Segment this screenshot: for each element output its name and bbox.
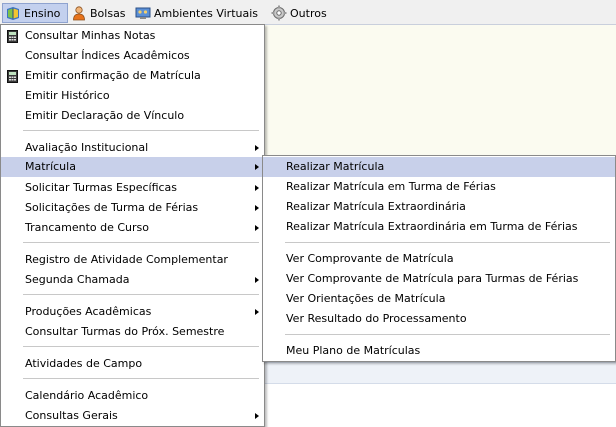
menu-item-emitir-confirmacao-matricula[interactable]: Emitir confirmação de Matrícula (1, 66, 264, 86)
menu-separator (285, 242, 610, 243)
submenu-arrow-icon (255, 413, 259, 419)
menu-item-matricula[interactable]: Matrícula (1, 157, 264, 177)
background-text (266, 419, 616, 427)
menu-separator (23, 242, 259, 243)
menu-item-label: Ver Orientações de Matrícula (286, 292, 446, 305)
menu-item-label: Solicitações de Turma de Férias (25, 201, 199, 214)
menu-item-label: Ver Comprovante de Matrícula para Turmas… (286, 272, 579, 285)
menu-item-label: Consultar Turmas do Próx. Semestre (25, 325, 225, 338)
submenu-arrow-icon (255, 205, 259, 211)
menu-item-segunda-chamada[interactable]: Segunda Chamada (1, 270, 264, 290)
top-menubar: Ensino Bolsas Ambientes Virtuais Outros (0, 0, 616, 25)
menu-separator (23, 130, 259, 131)
menu-item-label: Realizar Matrícula em Turma de Férias (286, 180, 496, 193)
submenu-item-realizar-matricula[interactable]: Realizar Matrícula (263, 157, 615, 177)
menu-item-label: Ver Comprovante de Matrícula (286, 252, 454, 265)
submenu-item-ver-resultado-processamento[interactable]: Ver Resultado do Processamento (263, 309, 615, 329)
menu-item-producoes-academicas[interactable]: Produções Acadêmicas (1, 302, 264, 322)
submenu-arrow-icon (255, 225, 259, 231)
menu-ensino-label: Ensino (24, 6, 61, 20)
menu-item-label: Segunda Chamada (25, 273, 130, 286)
submenu-item-ver-comprovante-matricula-ferias[interactable]: Ver Comprovante de Matrícula para Turmas… (263, 269, 615, 289)
menu-item-atividades-de-campo[interactable]: Atividades de Campo (1, 354, 264, 374)
menu-item-label: Realizar Matrícula (286, 160, 385, 173)
page: Ensino Bolsas Ambientes Virtuais Outros … (0, 0, 616, 427)
menu-item-label: Ver Resultado do Processamento (286, 312, 467, 325)
menu-item-consultar-minhas-notas[interactable]: Consultar Minhas Notas (1, 26, 264, 46)
menu-item-label: Calendário Acadêmico (25, 389, 149, 402)
menu-item-trancamento-curso[interactable]: Trancamento de Curso (1, 218, 264, 238)
menu-item-label: Avaliação Institucional (25, 141, 149, 154)
menu-item-label: Emitir confirmação de Matrícula (25, 69, 201, 82)
submenu-item-ver-orientacoes-matricula[interactable]: Ver Orientações de Matrícula (263, 289, 615, 309)
menu-item-label: Atividades de Campo (25, 357, 143, 370)
menu-separator (23, 294, 259, 295)
menu-bolsas[interactable]: Bolsas (69, 3, 129, 23)
menu-item-consultar-turmas-prox-semestre[interactable]: Consultar Turmas do Próx. Semestre (1, 322, 264, 342)
menu-outros-label: Outros (290, 6, 327, 20)
submenu-item-ver-comprovante-matricula[interactable]: Ver Comprovante de Matrícula (263, 249, 615, 269)
menu-ambientes-virtuais[interactable]: Ambientes Virtuais (133, 3, 265, 23)
menu-item-label: Emitir Histórico (25, 89, 110, 102)
menu-item-label: Solicitar Turmas Específicas (25, 181, 178, 194)
menu-item-calendario-academico[interactable]: Calendário Acadêmico (1, 386, 264, 406)
person-icon (71, 5, 87, 21)
menu-ambientes-label: Ambientes Virtuais (154, 6, 259, 20)
menu-separator (23, 346, 259, 347)
submenu-arrow-icon (255, 164, 259, 170)
background-bar (264, 362, 616, 384)
submenu-arrow-icon (255, 145, 259, 151)
submenu-item-realizar-matricula-turma-ferias[interactable]: Realizar Matrícula em Turma de Férias (263, 177, 615, 197)
menu-item-label: Registro de Atividade Complementar (25, 253, 228, 266)
menu-item-label: Consultas Gerais (25, 409, 118, 422)
menu-item-solicitacoes-turma-ferias[interactable]: Solicitações de Turma de Férias (1, 198, 264, 218)
menu-item-label: Trancamento de Curso (25, 221, 150, 234)
people-screen-icon (135, 5, 151, 21)
submenu-item-realizar-matricula-extraordinaria-ferias[interactable]: Realizar Matrícula Extraordinária em Tur… (263, 217, 615, 237)
submenu-arrow-icon (255, 185, 259, 191)
ensino-dropdown-menu: Consultar Minhas Notas Consultar Índices… (0, 24, 265, 427)
menu-item-label: Produções Acadêmicas (25, 305, 152, 318)
matricula-submenu: Realizar Matrícula Realizar Matrícula em… (262, 155, 616, 362)
menu-separator (23, 378, 259, 379)
menu-separator (285, 334, 610, 335)
menu-item-label: Matrícula (25, 160, 76, 173)
menu-item-emitir-declaracao-vinculo[interactable]: Emitir Declaração de Vínculo (1, 106, 264, 126)
menu-item-emitir-historico[interactable]: Emitir Histórico (1, 86, 264, 106)
menu-item-label: Meu Plano de Matrículas (286, 344, 421, 357)
menu-item-registro-atividade-complementar[interactable]: Registro de Atividade Complementar (1, 250, 264, 270)
menu-bolsas-label: Bolsas (90, 6, 126, 20)
menu-item-label: Consultar Minhas Notas (25, 29, 156, 42)
gear-icon (271, 5, 287, 21)
submenu-arrow-icon (255, 277, 259, 283)
menu-item-avaliacao-institucional[interactable]: Avaliação Institucional (1, 138, 264, 158)
submenu-item-meu-plano-matriculas[interactable]: Meu Plano de Matrículas (263, 341, 615, 361)
menu-item-label: Consultar Índices Acadêmicos (25, 49, 190, 62)
menu-item-solicitar-turmas-especificas[interactable]: Solicitar Turmas Específicas (1, 178, 264, 198)
submenu-item-realizar-matricula-extraordinaria[interactable]: Realizar Matrícula Extraordinária (263, 197, 615, 217)
menu-item-consultar-indices-academicos[interactable]: Consultar Índices Acadêmicos (1, 46, 264, 66)
background-panel (264, 25, 616, 155)
calculator-icon (7, 30, 18, 43)
menu-item-consultas-gerais[interactable]: Consultas Gerais (1, 406, 264, 426)
book-icon (5, 5, 21, 21)
submenu-arrow-icon (255, 309, 259, 315)
calculator-icon (7, 70, 18, 83)
menu-item-label: Realizar Matrícula Extraordinária em Tur… (286, 220, 578, 233)
menu-ensino[interactable]: Ensino (2, 3, 68, 23)
menu-item-label: Realizar Matrícula Extraordinária (286, 200, 466, 213)
menu-item-label: Emitir Declaração de Vínculo (25, 109, 185, 122)
menu-outros[interactable]: Outros (269, 3, 331, 23)
